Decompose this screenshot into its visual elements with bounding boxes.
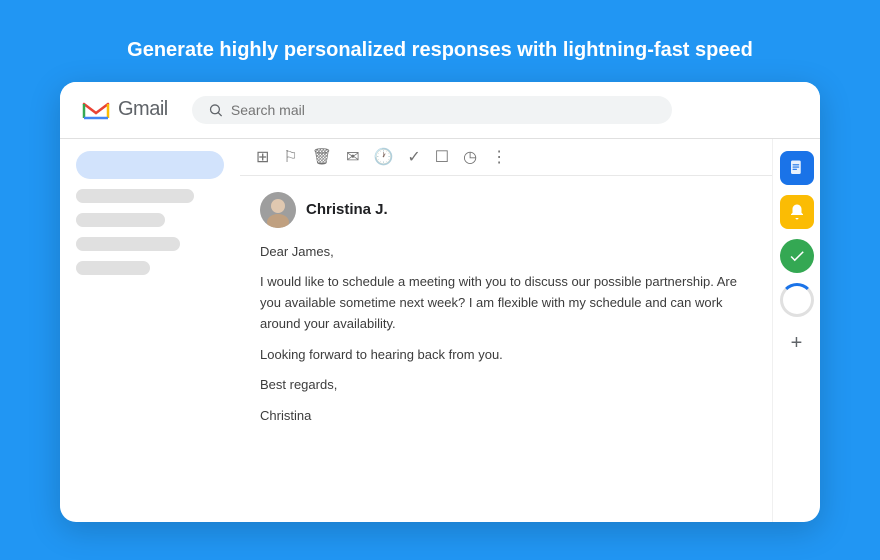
gmail-logo-text: Gmail [118,98,168,121]
gmail-topbar: Gmail [60,82,820,139]
side-icon-loading[interactable] [780,283,814,317]
side-icon-document-btn[interactable] [780,151,814,185]
toolbar-more-icon[interactable]: ⋮ [491,147,507,167]
toolbar-task-icon[interactable]: ✓ [407,147,420,167]
page-title: Generate highly personalized responses w… [127,39,753,62]
email-body: Dear James, I would like to schedule a m… [260,242,752,428]
search-input[interactable] [231,102,656,118]
search-bar[interactable] [192,96,672,124]
sidebar-item-1 [76,189,194,203]
side-icon-add-btn[interactable]: + [780,327,814,361]
email-body-paragraph1: I would like to schedule a meeting with … [260,272,752,334]
email-signature: Christina [260,406,752,427]
toolbar-attach-icon[interactable]: ☐ [435,147,449,167]
gmail-window: Gmail ⊞ ⚐ 🗑 ✉ 🕐 ✓ [60,82,820,522]
gmail-email-panel: ⊞ ⚐ 🗑 ✉ 🕐 ✓ ☐ ◷ ⋮ [240,139,772,522]
toolbar-report-icon[interactable]: ⚐ [283,147,297,167]
email-sender-row: Christina J. [260,192,752,228]
side-icon-check-btn[interactable] [780,239,814,273]
side-icon-notification-btn[interactable] [780,195,814,229]
email-body-paragraph3: Best regards, [260,375,752,396]
toolbar-delete-icon[interactable]: 🗑 [312,147,332,167]
gmail-side-icons: + [772,139,820,522]
email-body-paragraph2: Looking forward to hearing back from you… [260,345,752,366]
sidebar-item-3 [76,237,180,251]
gmail-sidebar [60,139,240,522]
plus-icon: + [791,332,803,355]
toolbar-archive-icon[interactable]: ⊞ [256,147,269,167]
sender-name: Christina J. [306,201,388,218]
notification-icon [788,203,806,221]
search-icon [208,102,223,118]
check-icon [788,247,806,265]
avatar-image [260,192,296,228]
email-greeting: Dear James, [260,242,752,263]
gmail-m-icon [80,94,112,126]
sender-avatar [260,192,296,228]
document-icon [788,159,806,177]
email-content: Christina J. Dear James, I would like to… [240,176,772,522]
toolbar-snooze-icon[interactable]: 🕐 [373,147,393,167]
sidebar-item-4 [76,261,150,275]
gmail-body: ⊞ ⚐ 🗑 ✉ 🕐 ✓ ☐ ◷ ⋮ [60,139,820,522]
sidebar-item-2 [76,213,165,227]
toolbar-label-icon[interactable]: ◷ [463,147,477,167]
gmail-logo: Gmail [80,94,168,126]
email-toolbar: ⊞ ⚐ 🗑 ✉ 🕐 ✓ ☐ ◷ ⋮ [240,139,772,176]
sidebar-item-active[interactable] [76,151,224,179]
toolbar-email-icon[interactable]: ✉ [346,147,359,167]
